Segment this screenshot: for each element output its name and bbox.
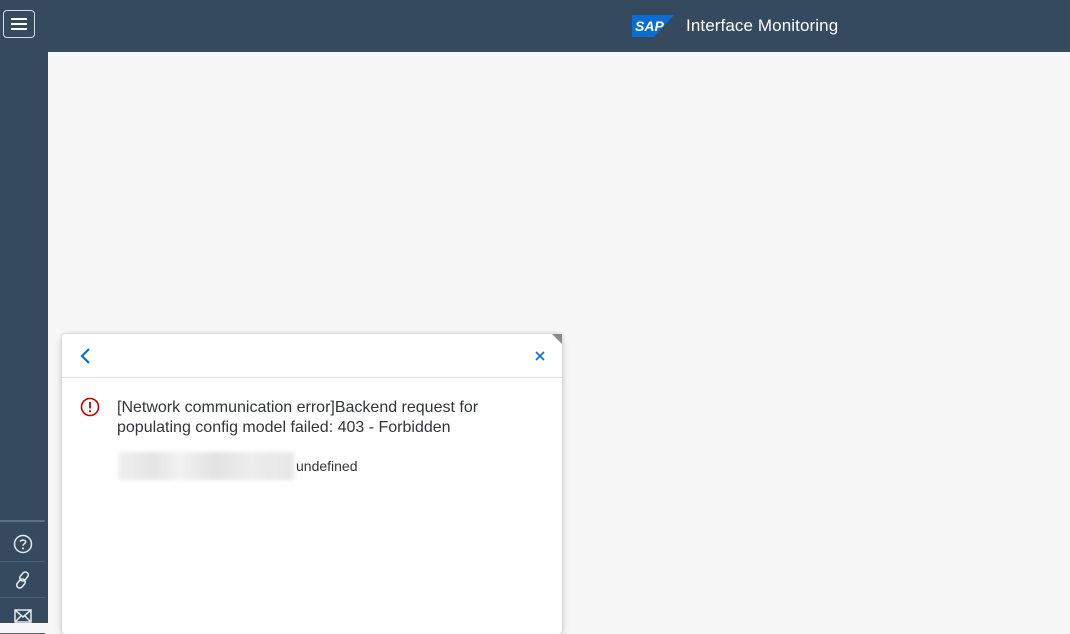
close-icon[interactable] (532, 348, 548, 364)
menu-button[interactable] (3, 10, 35, 38)
error-message: [Network communication error]Backend req… (117, 399, 479, 436)
popover-header (62, 334, 562, 378)
hamburger-icon (11, 18, 27, 20)
help-button[interactable] (0, 526, 45, 562)
shell-bar: SAP Interface Monitoring (0, 0, 1070, 52)
link-icon (15, 570, 29, 589)
redacted-text (118, 452, 294, 480)
link-button[interactable] (0, 562, 45, 598)
error-detail: undefined (296, 458, 358, 474)
sidebar (0, 52, 48, 634)
app-title: Interface Monitoring (686, 16, 839, 35)
chevron-left-icon[interactable] (76, 346, 96, 366)
svg-text:SAP: SAP (635, 18, 664, 34)
brand: SAP Interface Monitoring (632, 14, 838, 38)
message-popover: [Network communication error]Backend req… (62, 334, 562, 634)
sidebar-divider (0, 520, 45, 522)
error-icon (80, 397, 100, 417)
email-button[interactable] (0, 598, 45, 634)
sap-logo: SAP (632, 15, 674, 37)
help-icon (13, 534, 32, 553)
